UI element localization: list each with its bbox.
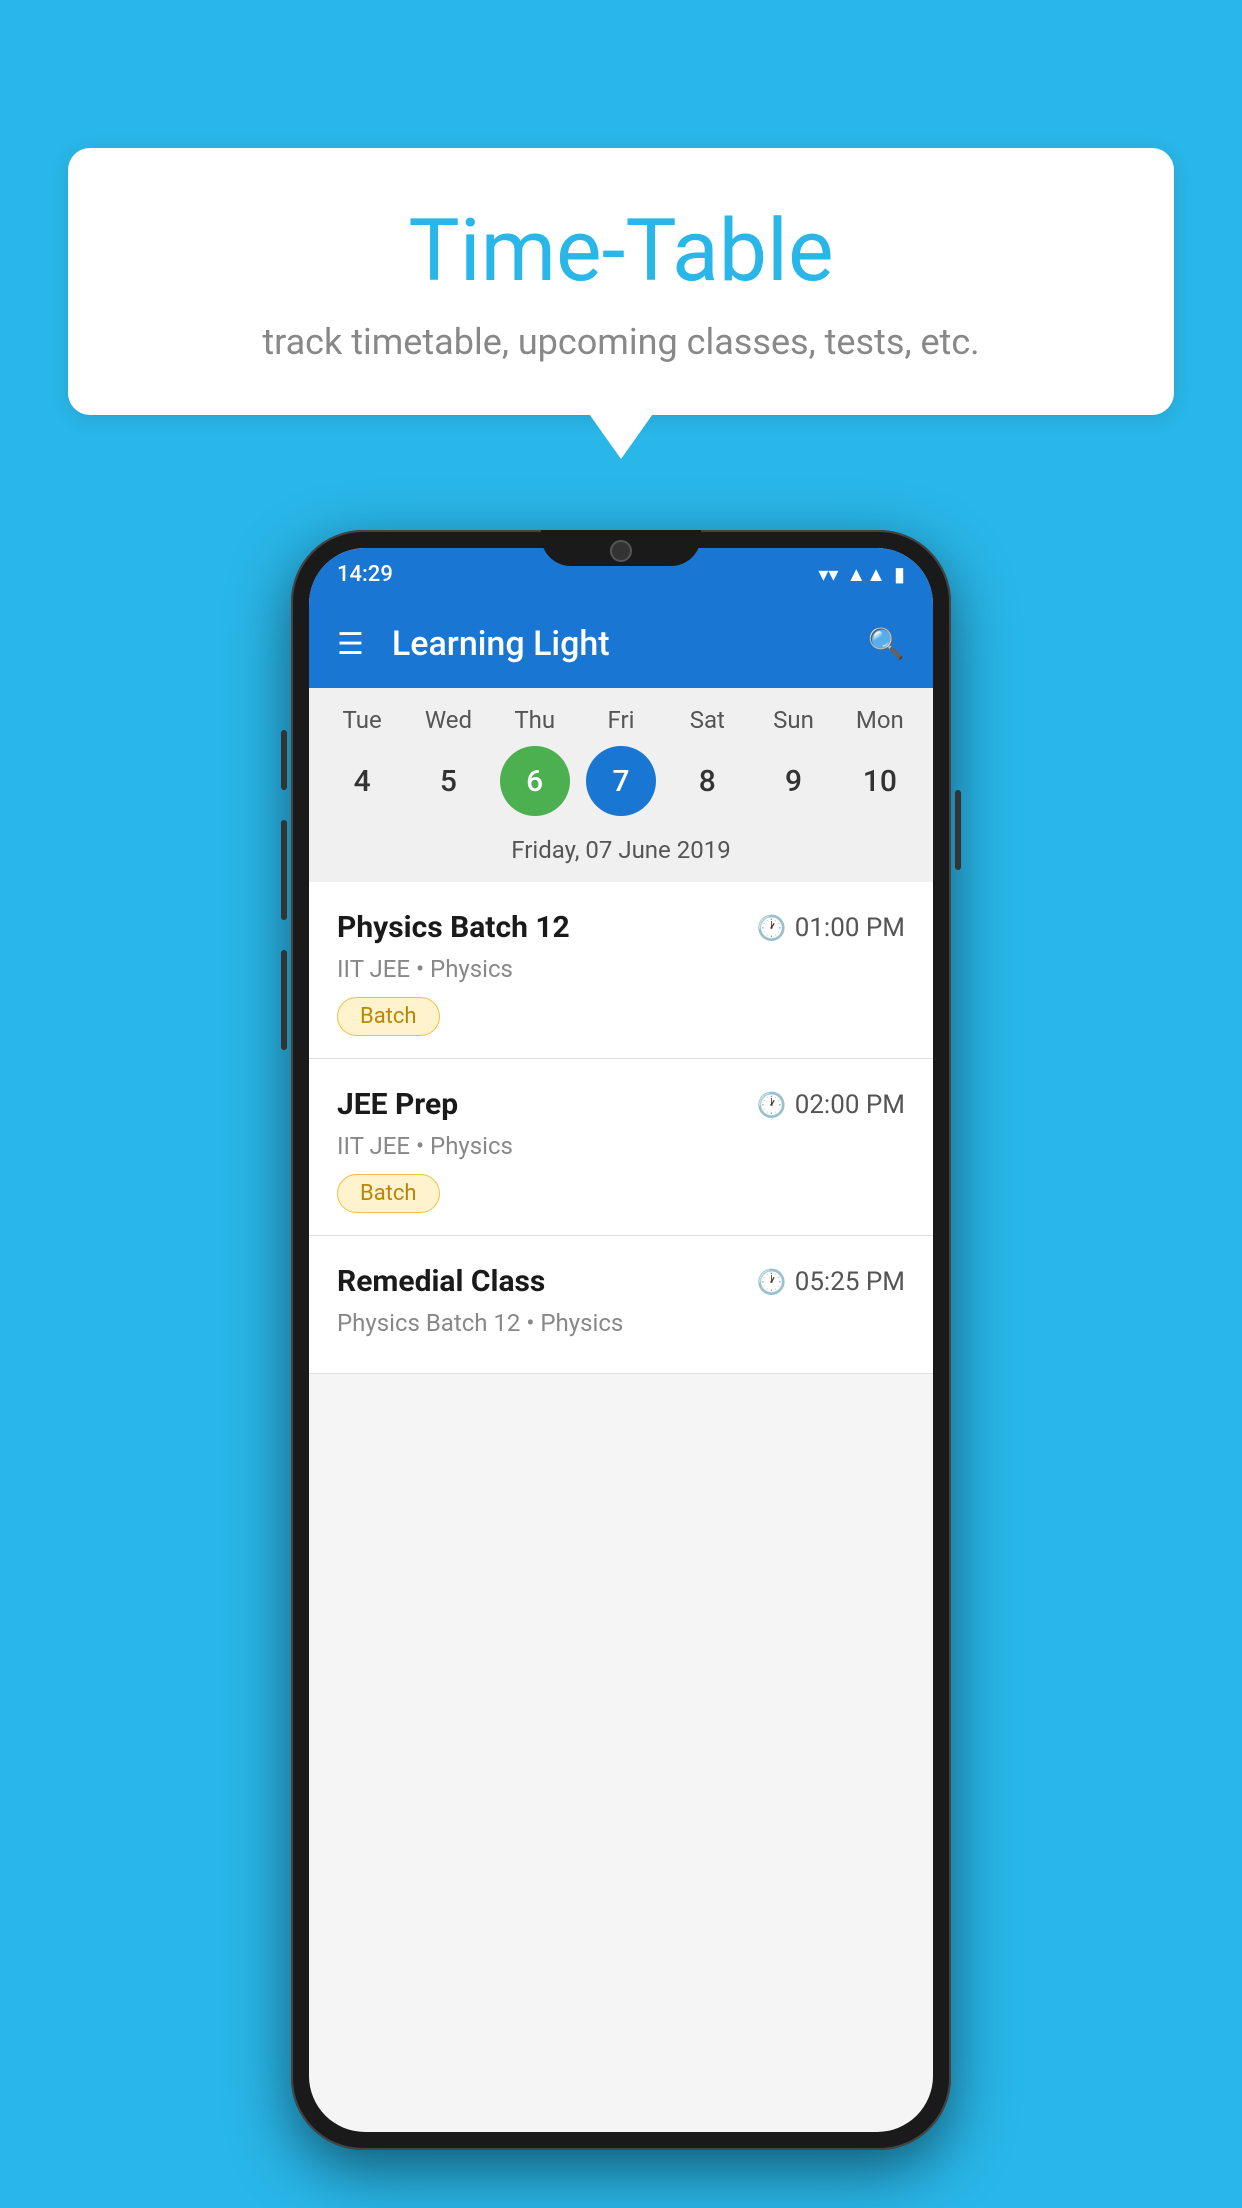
schedule-subtitle-3: Physics Batch 12 • Physics — [337, 1309, 905, 1337]
day-9[interactable]: 9 — [759, 746, 829, 816]
schedule-time-value-2: 02:00 PM — [795, 1090, 905, 1120]
app-bar: ☰ Learning Light 🔍 — [309, 600, 933, 688]
day-header-sun: Sun — [759, 706, 829, 734]
status-time: 14:29 — [337, 562, 393, 587]
app-bar-title: Learning Light — [392, 624, 840, 664]
day-6-today[interactable]: 6 — [500, 746, 570, 816]
phone-button-right — [955, 790, 961, 870]
day-8[interactable]: 8 — [672, 746, 742, 816]
phone-button-left-2 — [281, 820, 287, 920]
day-7-selected[interactable]: 7 — [586, 746, 656, 816]
schedule-item-2[interactable]: JEE Prep 🕐 02:00 PM IIT JEE • Physics Ba… — [309, 1059, 933, 1236]
day-4[interactable]: 4 — [327, 746, 397, 816]
day-headers: Tue Wed Thu Fri Sat Sun Mon — [309, 706, 933, 746]
speech-bubble: Time-Table track timetable, upcoming cla… — [68, 148, 1174, 415]
wifi-icon: ▾▾ — [818, 562, 838, 586]
schedule-item-3-header: Remedial Class 🕐 05:25 PM — [337, 1264, 905, 1299]
clock-icon-3: 🕐 — [757, 1268, 787, 1296]
schedule-item-1-header: Physics Batch 12 🕐 01:00 PM — [337, 910, 905, 945]
schedule-subtitle-2: IIT JEE • Physics — [337, 1132, 905, 1160]
schedule-item-2-header: JEE Prep 🕐 02:00 PM — [337, 1087, 905, 1122]
schedule-title-2: JEE Prep — [337, 1087, 458, 1122]
day-header-mon: Mon — [845, 706, 915, 734]
day-header-thu: Thu — [500, 706, 570, 734]
day-header-fri: Fri — [586, 706, 656, 734]
day-10[interactable]: 10 — [845, 746, 915, 816]
calendar-container: Tue Wed Thu Fri Sat Sun Mon 4 5 6 7 8 9 … — [309, 688, 933, 882]
schedule-time-value-3: 05:25 PM — [795, 1267, 905, 1297]
phone-button-left-1 — [281, 730, 287, 790]
batch-badge-2: Batch — [337, 1174, 440, 1213]
schedule-time-value-1: 01:00 PM — [795, 913, 905, 943]
schedule-list: Physics Batch 12 🕐 01:00 PM IIT JEE • Ph… — [309, 882, 933, 1374]
schedule-item-3[interactable]: Remedial Class 🕐 05:25 PM Physics Batch … — [309, 1236, 933, 1374]
calendar-date-label: Friday, 07 June 2019 — [309, 830, 933, 882]
battery-icon: ▮ — [894, 562, 905, 586]
status-icons: ▾▾ ▲▲ ▮ — [818, 562, 905, 587]
clock-icon-1: 🕐 — [757, 914, 787, 942]
phone-notch — [541, 530, 701, 566]
day-5[interactable]: 5 — [413, 746, 483, 816]
schedule-time-1: 🕐 01:00 PM — [757, 913, 905, 943]
schedule-title-1: Physics Batch 12 — [337, 910, 570, 945]
schedule-title-3: Remedial Class — [337, 1264, 545, 1299]
schedule-item-1[interactable]: Physics Batch 12 🕐 01:00 PM IIT JEE • Ph… — [309, 882, 933, 1059]
day-numbers: 4 5 6 7 8 9 10 — [309, 746, 933, 830]
search-icon[interactable]: 🔍 — [868, 627, 905, 662]
phone-screen: 14:29 ▾▾ ▲▲ ▮ ☰ Learning Light 🔍 Tue Wed… — [309, 548, 933, 2132]
batch-badge-1: Batch — [337, 997, 440, 1036]
day-header-wed: Wed — [413, 706, 483, 734]
day-header-tue: Tue — [327, 706, 397, 734]
schedule-subtitle-1: IIT JEE • Physics — [337, 955, 905, 983]
speech-bubble-container: Time-Table track timetable, upcoming cla… — [68, 148, 1174, 415]
schedule-time-2: 🕐 02:00 PM — [757, 1090, 905, 1120]
signal-icon: ▲▲ — [846, 562, 886, 587]
phone-button-left-3 — [281, 950, 287, 1050]
hamburger-menu-icon[interactable]: ☰ — [337, 627, 364, 662]
clock-icon-2: 🕐 — [757, 1091, 787, 1119]
phone-camera — [610, 540, 632, 562]
phone-mockup: 14:29 ▾▾ ▲▲ ▮ ☰ Learning Light 🔍 Tue Wed… — [291, 530, 951, 2150]
schedule-time-3: 🕐 05:25 PM — [757, 1267, 905, 1297]
bubble-subtitle: track timetable, upcoming classes, tests… — [128, 321, 1114, 363]
phone-outer: 14:29 ▾▾ ▲▲ ▮ ☰ Learning Light 🔍 Tue Wed… — [291, 530, 951, 2150]
bubble-title: Time-Table — [128, 200, 1114, 301]
day-header-sat: Sat — [672, 706, 742, 734]
